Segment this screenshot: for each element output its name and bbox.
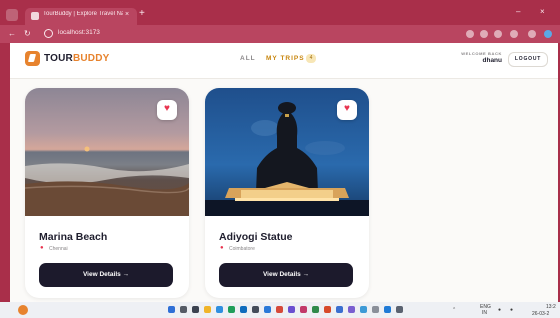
view-details-button[interactable]: View Details → [219, 263, 353, 287]
app-icon[interactable] [300, 306, 307, 313]
clock-date: 26-03-2 [532, 311, 550, 317]
start-menu-icon[interactable] [168, 306, 175, 313]
card-title: Adiyogi Statue [219, 231, 293, 243]
card-location: Chennai [49, 246, 68, 252]
more-menu-icon[interactable] [528, 30, 536, 38]
address-bar: ← ↻ localhost:3173 [0, 25, 560, 43]
os-taskbar: ⌃ ENG IN ● ● 13:2 26-03-2 [0, 302, 560, 318]
tray-chevron-icon[interactable]: ⌃ [452, 307, 456, 313]
search-icon[interactable] [180, 306, 187, 313]
my-trips-count-badge: 4 [306, 54, 316, 63]
browser-menu-icon[interactable] [6, 9, 18, 21]
new-tab-button[interactable]: + [139, 8, 145, 19]
username: dhanu [482, 57, 503, 64]
site-logo[interactable]: TOURBUDDY [44, 53, 110, 64]
site-info-icon[interactable] [44, 29, 53, 38]
weather-widget-icon[interactable] [18, 305, 28, 315]
trip-card: ♥ Marina Beach ● Chennai View Details → [25, 88, 189, 298]
edge-browser-icon[interactable] [216, 306, 223, 313]
extensions-icon[interactable] [494, 30, 502, 38]
mail-icon[interactable] [240, 306, 247, 313]
teams-icon[interactable] [288, 306, 295, 313]
excel-icon[interactable] [312, 306, 319, 313]
logout-button[interactable]: LOGOUT [508, 52, 548, 67]
nav-link-my-trips[interactable]: MY TRIPS [266, 55, 305, 62]
logo-suffix: BUDDY [72, 53, 110, 64]
app-icon[interactable] [348, 306, 355, 313]
store-icon[interactable] [228, 306, 235, 313]
app-icon[interactable] [372, 306, 379, 313]
heart-icon: ♥ [344, 103, 350, 114]
tab-title: TourBuddy | Explore Travel Nam [43, 11, 123, 17]
card-title: Marina Beach [39, 231, 108, 243]
logo-icon[interactable] [25, 51, 40, 66]
browser-tab[interactable]: TourBuddy | Explore Travel Nam × [25, 8, 137, 25]
url-text: localhost:3173 [58, 29, 100, 36]
window-close-button[interactable]: × [540, 7, 545, 16]
tab-close-button[interactable]: × [125, 11, 129, 18]
reload-icon[interactable]: ↻ [24, 29, 31, 38]
minimize-button[interactable]: – [516, 7, 520, 16]
vscode-icon[interactable] [264, 306, 271, 313]
copilot-icon[interactable] [544, 30, 552, 38]
heart-icon: ♥ [164, 103, 170, 114]
location-pin-icon: ● [40, 245, 44, 251]
file-explorer-icon[interactable] [204, 306, 211, 313]
favorite-button[interactable]: ♥ [337, 100, 357, 120]
powerpoint-icon[interactable] [324, 306, 331, 313]
tab-favicon-icon [31, 12, 39, 20]
favorite-button[interactable]: ♥ [157, 100, 177, 120]
logo-prefix: TOUR [44, 53, 73, 64]
welcome-label: WELCOME BACK [461, 51, 502, 56]
clock-time[interactable]: 13:2 [546, 304, 556, 310]
profile-avatar-icon[interactable] [510, 30, 518, 38]
wifi-icon[interactable]: ● [498, 307, 501, 313]
app-icon[interactable] [252, 306, 259, 313]
chrome-icon[interactable] [276, 306, 283, 313]
app-icon[interactable] [396, 306, 403, 313]
back-arrow-icon[interactable]: ← [8, 29, 16, 38]
app-icon[interactable] [360, 306, 367, 313]
zoom-icon[interactable] [466, 30, 474, 38]
word-icon[interactable] [336, 306, 343, 313]
trip-card: ♥ Adiyogi Statue ● Coimbatore View Detai… [205, 88, 369, 298]
task-view-icon[interactable] [192, 306, 199, 313]
site-navbar: TOURBUDDY ALL MY TRIPS 4 WELCOME BACK dh… [10, 43, 558, 79]
location-pin-icon: ● [220, 245, 224, 251]
url-field[interactable]: localhost:3173 [40, 28, 430, 40]
page-viewport: TOURBUDDY ALL MY TRIPS 4 WELCOME BACK dh… [10, 43, 558, 302]
card-location: Coimbatore [229, 246, 255, 252]
app-icon[interactable] [384, 306, 391, 313]
view-details-button[interactable]: View Details → [39, 263, 173, 287]
browser-title-bar: TourBuddy | Explore Travel Nam × + – × [0, 0, 560, 25]
volume-icon[interactable]: ● [510, 307, 513, 313]
language-region: IN [482, 310, 487, 316]
favorites-star-icon[interactable] [480, 30, 488, 38]
nav-link-all[interactable]: ALL [240, 55, 256, 62]
